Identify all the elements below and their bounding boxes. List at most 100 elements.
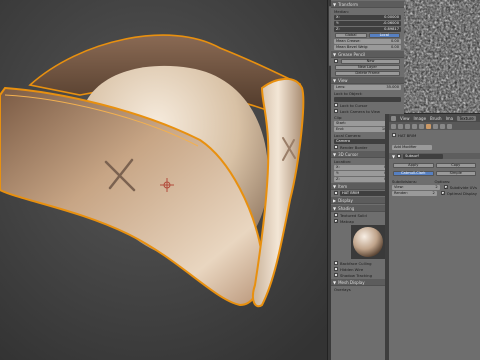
- hat-model-render[interactable]: [0, 0, 327, 360]
- backface-label: Backface Culling: [340, 260, 372, 266]
- expand-triangle-icon[interactable]: ▶: [333, 198, 336, 203]
- object-tab-icon[interactable]: [412, 123, 417, 129]
- panel-title: Item: [338, 183, 348, 189]
- scene-tab-icon[interactable]: [398, 123, 403, 129]
- world-tab-icon[interactable]: [405, 123, 410, 129]
- mean-crease-field[interactable]: Mean Crease: 0.00: [334, 38, 401, 44]
- menu-ima[interactable]: Ima: [446, 116, 454, 121]
- render-border-label: Render Border: [340, 144, 368, 150]
- local-button[interactable]: Local: [368, 32, 400, 38]
- modifiers-tab-icon[interactable]: [426, 123, 431, 129]
- material-tab-icon[interactable]: [440, 123, 445, 129]
- hidden-wire-checkbox[interactable]: [334, 267, 338, 271]
- x-label: X:: [336, 165, 340, 169]
- clip-label: Clip:: [334, 114, 343, 120]
- panel-header-grease-pencil[interactable]: ▼ Grease Pencil: [331, 51, 404, 58]
- lens-field[interactable]: Lens: 35.000: [334, 84, 401, 90]
- image-editor-header: View Image Brush Ima Texture: [389, 114, 480, 122]
- lock-cursor-checkbox[interactable]: [334, 103, 338, 107]
- simple-button[interactable]: Simple: [435, 170, 476, 176]
- subdivisions-label: Subdivisions:: [392, 178, 418, 184]
- new-layer-button[interactable]: New Layer: [335, 64, 400, 70]
- textured-solid-checkbox[interactable]: [334, 213, 338, 217]
- matcap-label: Matcap: [340, 218, 354, 224]
- catmull-clark-button[interactable]: Catmull-Clark: [393, 170, 434, 176]
- panel-title: Mesh Display: [338, 279, 365, 285]
- collapse-triangle-icon[interactable]: ▼: [333, 78, 336, 83]
- lock-object-field[interactable]: [334, 96, 401, 102]
- view-levels-field[interactable]: View: 2: [392, 184, 440, 190]
- data-tab-icon[interactable]: [433, 123, 438, 129]
- y-label: Y:: [336, 171, 339, 175]
- render-tab-icon[interactable]: [391, 123, 396, 129]
- lens-value: 35.000: [386, 85, 399, 89]
- subdivide-uvs-label: Subdivide UVs: [449, 184, 477, 190]
- editor-type-icon[interactable]: [391, 115, 396, 121]
- mean-bevel-field[interactable]: Mean Bevel Weig: 0.00: [334, 44, 401, 50]
- overlays-label: Overlays: [334, 286, 351, 292]
- collapse-triangle-icon[interactable]: ▼: [333, 184, 336, 189]
- add-modifier-label: Add Modifier: [394, 145, 417, 149]
- pencil-icon: [334, 59, 338, 63]
- image-editor[interactable]: [404, 0, 480, 113]
- shadow-tracking-checkbox[interactable]: [334, 273, 338, 277]
- object-mesh-icon: [392, 133, 396, 137]
- lock-object-label: Lock to Object:: [334, 90, 363, 96]
- properties-tabs: [389, 122, 480, 130]
- menu-brush[interactable]: Brush: [430, 116, 442, 121]
- 3d-viewport[interactable]: [0, 0, 327, 360]
- modifier-name-field[interactable]: Subsurf: [403, 153, 444, 159]
- copy-button[interactable]: Copy: [435, 162, 476, 168]
- z-value: 0.89817: [384, 27, 399, 31]
- hidden-wire-label: Hidden Wire: [340, 266, 364, 272]
- z-label: Z:: [336, 177, 340, 181]
- panel-title: Grease Pencil: [338, 51, 366, 57]
- render-border-checkbox[interactable]: [334, 145, 338, 149]
- mode-select[interactable]: Texture: [457, 115, 476, 121]
- panel-header-view[interactable]: ▼ View: [331, 77, 404, 84]
- collapse-triangle-icon[interactable]: ▼: [333, 206, 336, 211]
- properties-editor: HAT BRIM Add Modifier ▼ Subsurf Apply Copy…: [389, 114, 480, 360]
- render-levels-value: 2: [432, 191, 435, 195]
- grease-new-button[interactable]: New: [341, 58, 400, 64]
- options-label: Options:: [434, 178, 451, 184]
- collapse-triangle-icon[interactable]: ▼: [333, 52, 336, 57]
- panel-title: Shading: [338, 205, 355, 211]
- render-levels-field[interactable]: Render: 2: [392, 190, 437, 196]
- panel-title: Transform: [338, 1, 358, 7]
- mean-crease-label: Mean Crease:: [336, 39, 361, 43]
- optimal-display-checkbox[interactable]: [440, 191, 445, 196]
- collapse-triangle-icon[interactable]: ▼: [333, 152, 336, 157]
- constraints-tab-icon[interactable]: [419, 123, 424, 129]
- global-button[interactable]: Global: [335, 32, 367, 38]
- subdivide-uvs-checkbox[interactable]: [443, 185, 448, 190]
- panel-title: 3D Cursor: [338, 151, 359, 157]
- menu-view[interactable]: View: [400, 116, 410, 121]
- median-y-field[interactable]: Y: -0.06000: [334, 20, 401, 26]
- collapse-triangle-icon[interactable]: ▼: [392, 154, 395, 159]
- menu-image[interactable]: Image: [414, 116, 427, 121]
- median-z-field[interactable]: Z: 0.89817: [334, 26, 401, 32]
- lens-label: Lens:: [336, 85, 346, 89]
- panel-header-transform[interactable]: ▼ Transform: [331, 1, 404, 8]
- median-x-field[interactable]: X: 0.00000: [334, 14, 401, 20]
- matcap-checkbox[interactable]: [334, 219, 338, 224]
- lock-camera-checkbox[interactable]: [334, 109, 338, 113]
- backface-culling-checkbox[interactable]: [334, 261, 338, 265]
- end-label: End:: [336, 127, 345, 131]
- texture-tab-icon[interactable]: [447, 123, 452, 129]
- view-levels-value: 2: [435, 185, 438, 189]
- collapse-triangle-icon[interactable]: ▼: [333, 2, 336, 7]
- local-camera-label: Local Camera:: [334, 132, 362, 138]
- object-name-breadcrumb: HAT BRIM: [398, 132, 417, 138]
- item-name-value: HAT BRIM: [342, 191, 360, 195]
- collapse-triangle-icon[interactable]: ▼: [333, 280, 336, 285]
- delete-frame-button[interactable]: Delete Frame: [335, 70, 400, 76]
- apply-button[interactable]: Apply: [393, 162, 434, 168]
- mean-bevel-label: Mean Bevel Weig:: [336, 45, 369, 49]
- mean-bevel-value: 0.00: [390, 45, 399, 49]
- add-modifier-dropdown[interactable]: Add Modifier: [392, 144, 432, 150]
- textured-solid-label: Textured Solid: [340, 212, 367, 218]
- lock-camera-label: Lock Camera to View: [340, 108, 381, 114]
- location-label: Location:: [334, 158, 352, 164]
